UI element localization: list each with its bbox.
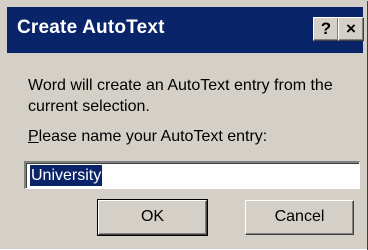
help-icon: ? <box>320 19 332 38</box>
prompt-text: lease name your AutoText entry: <box>38 128 268 145</box>
title-bar[interactable]: Create AutoText ? × <box>7 7 364 53</box>
close-button[interactable]: × <box>338 17 364 41</box>
help-button[interactable]: ? <box>313 17 339 41</box>
selected-input-text: University <box>30 165 103 186</box>
autotext-name-input[interactable]: University <box>24 161 360 189</box>
ok-button[interactable]: OK <box>97 199 208 236</box>
close-icon: × <box>346 19 356 38</box>
name-prompt-label: Please name your AutoText entry: <box>28 128 267 146</box>
prompt-accelerator: P <box>28 128 39 145</box>
create-autotext-dialog: Create AutoText ? × Word will create an … <box>0 0 368 250</box>
dialog-title: Create AutoText <box>17 17 165 38</box>
dialog-message: Word will create an AutoText entry from … <box>28 77 333 115</box>
cancel-button[interactable]: Cancel <box>245 200 354 235</box>
